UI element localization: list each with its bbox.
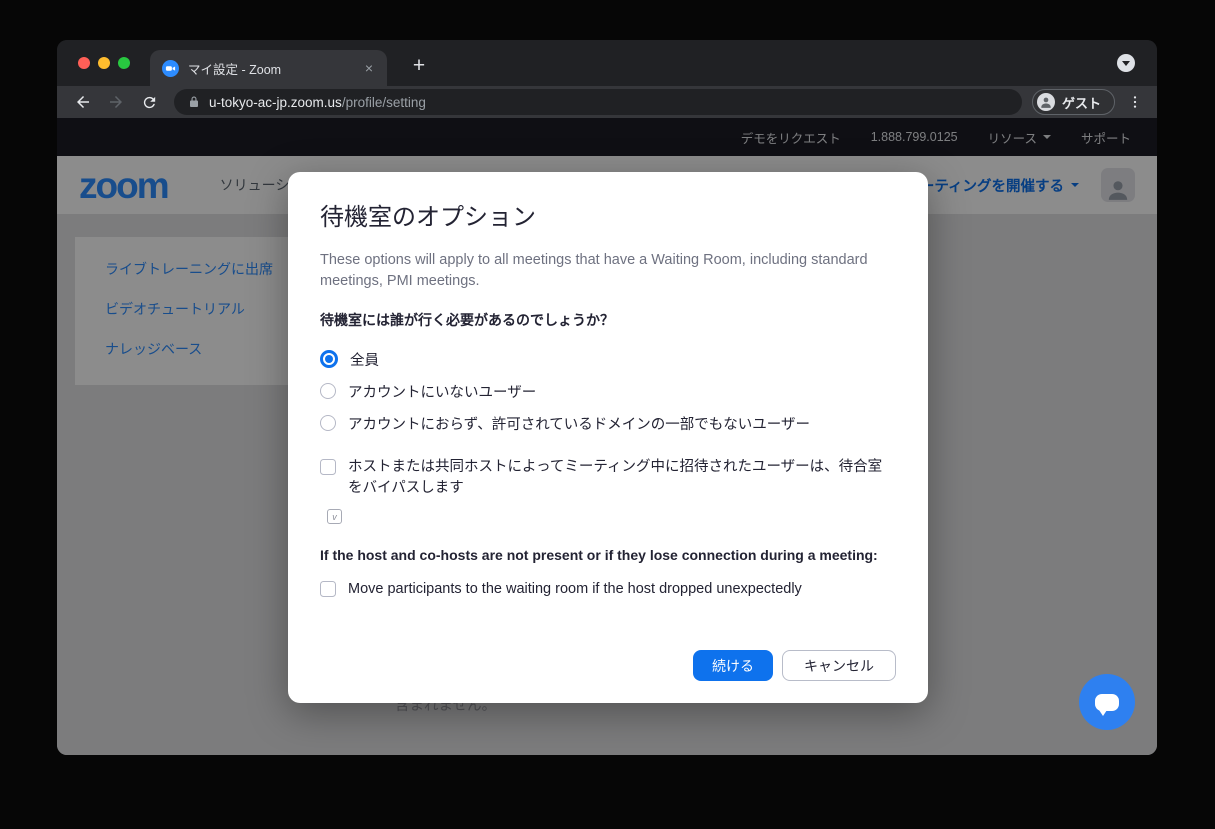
window-controls: [78, 57, 130, 69]
host-absent-heading: If the host and co-hosts are not present…: [320, 545, 896, 566]
new-tab-button[interactable]: +: [405, 52, 433, 80]
radio-option-users-not-in-domains[interactable]: アカウントにおらず、許可されているドメインの一部でもないユーザー: [320, 407, 896, 439]
checkbox-unchecked-icon[interactable]: [320, 581, 336, 597]
move-participants-option[interactable]: Move participants to the waiting room if…: [320, 579, 896, 600]
radio-label: アカウントにおらず、許可されているドメインの一部でもないユーザー: [348, 413, 810, 434]
continue-button[interactable]: 続ける: [693, 650, 773, 681]
minimize-window-button[interactable]: [98, 57, 110, 69]
address-bar[interactable]: u-tokyo-ac-jp.zoom.us /profile/setting: [174, 89, 1022, 115]
chevron-down-icon: [1122, 61, 1130, 66]
checkbox-label: ホストまたは共同ホストによってミーティング中に招待されたユーザーは、待合室をバイ…: [348, 457, 896, 499]
checkbox-unchecked-icon[interactable]: [320, 459, 336, 475]
back-button[interactable]: [71, 90, 95, 114]
dialog-description: These options will apply to all meetings…: [320, 250, 868, 292]
tab-close-icon[interactable]: ×: [361, 59, 377, 77]
tab-strip: マイ設定 - Zoom × +: [57, 40, 1157, 86]
forward-button[interactable]: [104, 90, 128, 114]
url-path: /profile/setting: [342, 95, 426, 110]
browser-menu-button[interactable]: [1127, 94, 1143, 110]
radio-unselected-icon[interactable]: [320, 383, 336, 399]
guest-avatar-icon: [1037, 93, 1055, 111]
reload-button[interactable]: [137, 90, 161, 114]
dialog-title: 待機室のオプション: [320, 202, 896, 234]
radio-label: アカウントにいないユーザー: [348, 381, 536, 402]
radio-option-everyone[interactable]: 全員: [320, 343, 896, 375]
radio-option-users-not-in-account[interactable]: アカウントにいないユーザー: [320, 375, 896, 407]
lock-icon: [188, 96, 200, 108]
radio-unselected-icon[interactable]: [320, 415, 336, 431]
cancel-button[interactable]: キャンセル: [782, 650, 896, 681]
bypass-waiting-room-option[interactable]: ホストまたは共同ホストによってミーティング中に招待されたユーザーは、待合室をバイ…: [320, 457, 896, 499]
chat-bubble-icon: [1095, 694, 1119, 711]
who-goes-question: 待機室には誰が行く必要があるのでしょうか？: [320, 310, 896, 331]
waiting-room-options-dialog: 待機室のオプション These options will apply to al…: [288, 172, 928, 703]
close-window-button[interactable]: [78, 57, 90, 69]
zoom-favicon-icon: [162, 60, 179, 77]
waiting-room-radio-group: 全員 アカウントにいないユーザー アカウントにおらず、許可されているドメインの一…: [320, 343, 896, 439]
chat-widget-button[interactable]: [1079, 674, 1135, 730]
tab-title: マイ設定 - Zoom: [188, 59, 361, 78]
radio-selected-icon[interactable]: [320, 350, 338, 368]
tab-search-button[interactable]: [1117, 54, 1135, 72]
browser-tab[interactable]: マイ設定 - Zoom ×: [150, 50, 387, 86]
broken-image-icon: v: [327, 509, 342, 524]
dialog-buttons: 続ける キャンセル: [693, 650, 896, 681]
checkbox-label: Move participants to the waiting room if…: [348, 579, 802, 600]
radio-label: 全員: [350, 349, 379, 370]
page-viewport: デモをリクエスト 1.888.799.0125 リソース サポート zoom ソ…: [57, 118, 1157, 755]
guest-label: ゲスト: [1062, 93, 1101, 112]
browser-toolbar: u-tokyo-ac-jp.zoom.us /profile/setting ゲ…: [57, 86, 1157, 118]
profile-guest-button[interactable]: ゲスト: [1032, 89, 1115, 115]
zoom-window-button[interactable]: [118, 57, 130, 69]
url-domain: u-tokyo-ac-jp.zoom.us: [209, 95, 342, 110]
browser-window: マイ設定 - Zoom × + u-tokyo-ac-jp.zoom.us /p…: [57, 40, 1157, 755]
